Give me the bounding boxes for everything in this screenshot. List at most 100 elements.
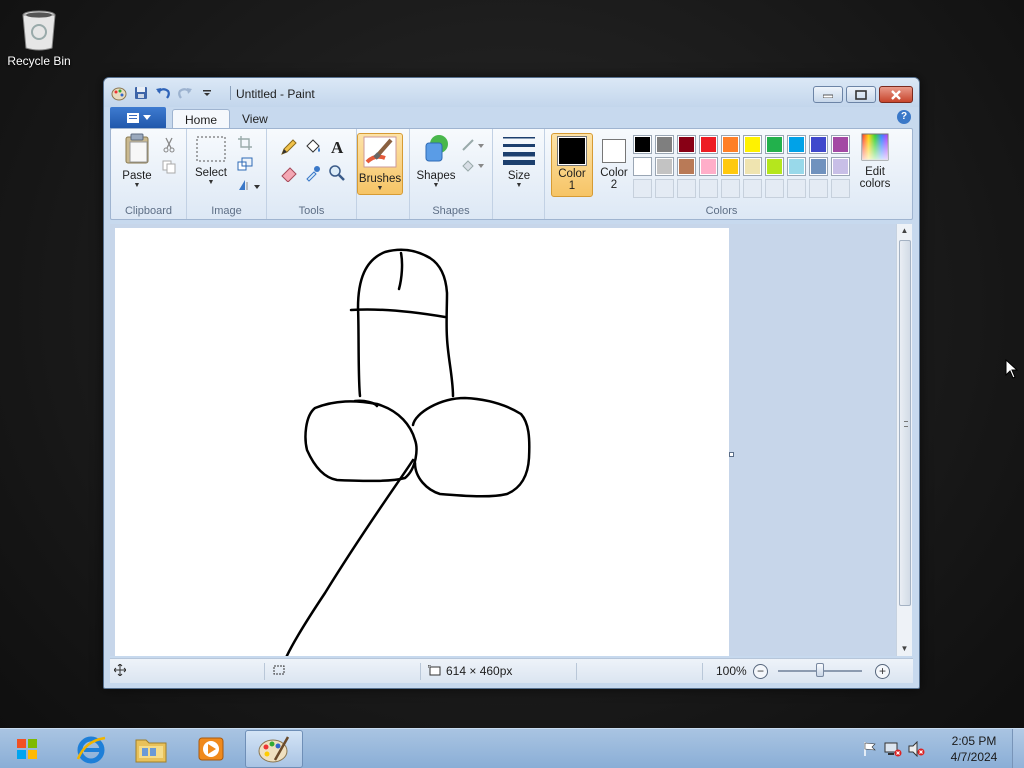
rotate-button[interactable] [235, 175, 263, 195]
customize-qat-icon[interactable] [198, 84, 216, 102]
palette-swatch[interactable] [809, 135, 828, 154]
palette-swatch[interactable] [743, 135, 762, 154]
taskbar-media-player[interactable] [182, 730, 240, 768]
palette-swatch-custom-empty[interactable] [831, 179, 850, 198]
action-center-flag-icon[interactable] [862, 741, 878, 760]
taskbar-paint[interactable] [245, 730, 303, 768]
tab-home[interactable]: Home [172, 109, 231, 129]
palette-swatch-custom-empty[interactable] [633, 179, 652, 198]
palette-swatch[interactable] [809, 157, 828, 176]
cut-button[interactable] [159, 135, 179, 155]
close-button[interactable] [879, 86, 913, 103]
canvas-workarea [110, 224, 896, 656]
outline-button[interactable] [460, 135, 486, 155]
color2-button[interactable]: Color 2 [595, 133, 633, 197]
svg-text:A: A [331, 138, 344, 156]
paint-app-icon[interactable] [110, 84, 128, 102]
image-group-label: Image [211, 205, 242, 217]
palette-swatch-custom-empty[interactable] [699, 179, 718, 198]
palette-swatch-custom-empty[interactable] [721, 179, 740, 198]
maximize-button[interactable] [846, 86, 876, 103]
resize-button[interactable] [235, 154, 255, 174]
zoom-in-button[interactable]: + [875, 664, 890, 679]
minimize-icon [823, 94, 833, 98]
undo-icon[interactable] [154, 84, 172, 102]
vertical-scrollbar[interactable]: ▲ ▼ [896, 224, 912, 656]
palette-swatch[interactable] [721, 135, 740, 154]
taskbar-internet-explorer[interactable] [62, 730, 120, 768]
palette-swatch[interactable] [677, 157, 696, 176]
maximize-icon [855, 89, 867, 100]
select-button[interactable]: Select ▼ [191, 133, 231, 187]
desktop-icon-recycle-bin[interactable]: Recycle Bin [6, 8, 72, 68]
palette-swatch[interactable] [765, 157, 784, 176]
palette-swatch[interactable] [633, 135, 652, 154]
volume-muted-icon[interactable] [908, 740, 926, 760]
start-button[interactable] [0, 730, 54, 768]
palette-swatch[interactable] [633, 157, 652, 176]
taskbar-clock[interactable]: 2:05 PM 4/7/2024 [940, 733, 1008, 765]
palette-swatch-custom-empty[interactable] [765, 179, 784, 198]
shapes-button[interactable]: Shapes ▼ [414, 133, 458, 190]
redo-icon[interactable] [176, 84, 194, 102]
palette-swatch[interactable] [655, 135, 674, 154]
color1-button[interactable]: Color 1 [551, 133, 593, 197]
scroll-up-icon[interactable]: ▲ [897, 224, 912, 238]
paste-icon [117, 133, 157, 168]
rotate-icon [239, 180, 260, 190]
paint-menu-button[interactable] [110, 107, 166, 129]
shapes-label: Shapes [416, 170, 456, 182]
brushes-button[interactable]: Brushes ▼ [357, 133, 403, 195]
clipboard-group-label: Clipboard [124, 205, 173, 217]
fill-tool[interactable] [303, 137, 323, 157]
palette-swatch[interactable] [699, 135, 718, 154]
color-picker-tool[interactable] [303, 163, 323, 183]
palette-swatch[interactable] [765, 135, 784, 154]
palette-swatch[interactable] [743, 157, 762, 176]
palette-swatch-custom-empty[interactable] [787, 179, 806, 198]
clipboard-group: Paste ▼ Clipboard [111, 129, 187, 219]
palette-swatch[interactable] [677, 135, 696, 154]
edit-colors-button[interactable]: Edit colors [855, 133, 895, 190]
select-label: Select [195, 167, 227, 179]
palette-swatch[interactable] [787, 135, 806, 154]
palette-swatch[interactable] [787, 157, 806, 176]
crop-button[interactable] [235, 133, 255, 153]
pencil-tool[interactable] [279, 137, 299, 157]
palette-swatch[interactable] [655, 157, 674, 176]
tools-group-label: Tools [298, 205, 325, 217]
show-desktop-button[interactable] [1012, 729, 1024, 768]
palette-swatch-custom-empty[interactable] [677, 179, 696, 198]
file-explorer-icon [135, 739, 167, 763]
palette-swatch[interactable] [721, 157, 740, 176]
palette-swatch[interactable] [831, 157, 850, 176]
zoom-out-button[interactable]: − [753, 664, 768, 679]
copy-button[interactable] [159, 157, 179, 177]
canvas-size: 614 × 460px [428, 664, 512, 678]
taskbar-file-explorer[interactable] [122, 730, 180, 768]
text-tool[interactable]: A [327, 137, 347, 157]
fill-button[interactable] [460, 155, 486, 175]
copy-icon [162, 160, 176, 174]
size-button[interactable]: Size ▼ [499, 133, 539, 190]
freehand-drawing [285, 248, 531, 656]
palette-swatch-custom-empty[interactable] [743, 179, 762, 198]
minimize-button[interactable] [813, 86, 843, 103]
save-icon[interactable] [132, 84, 150, 102]
scroll-down-icon[interactable]: ▼ [897, 642, 912, 656]
palette-swatch-custom-empty[interactable] [655, 179, 674, 198]
eraser-tool[interactable] [279, 163, 299, 183]
palette-swatch[interactable] [699, 157, 718, 176]
network-icon[interactable] [884, 741, 902, 760]
scroll-thumb[interactable] [899, 240, 911, 606]
paste-button[interactable]: Paste ▼ [117, 133, 157, 190]
palette-swatch[interactable] [831, 135, 850, 154]
recycle-bin-icon [17, 8, 61, 52]
magnifier-tool[interactable] [327, 163, 347, 183]
tab-view[interactable]: View [230, 109, 280, 129]
canvas-resize-handle[interactable] [729, 452, 734, 457]
zoom-slider-thumb[interactable] [816, 663, 824, 677]
drawing-canvas[interactable] [115, 228, 729, 656]
palette-swatch-custom-empty[interactable] [809, 179, 828, 198]
help-icon[interactable]: ? [897, 110, 911, 124]
